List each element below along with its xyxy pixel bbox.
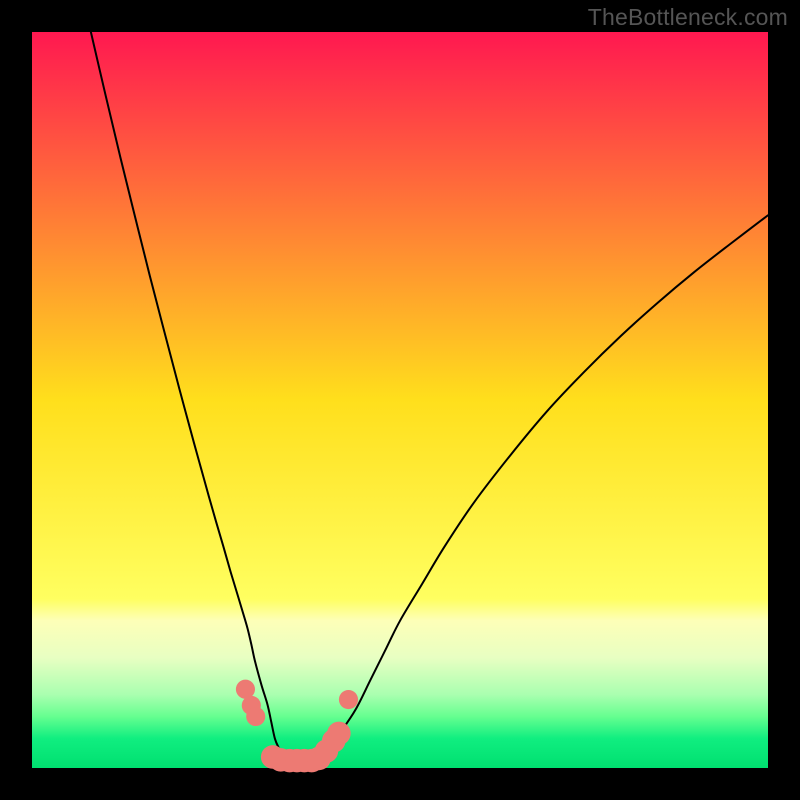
marker-dot (327, 722, 351, 746)
chart-svg (0, 0, 800, 800)
marker-dot (246, 707, 265, 726)
bottleneck-chart: TheBottleneck.com (0, 0, 800, 800)
marker-dot (339, 690, 358, 709)
watermark-text: TheBottleneck.com (588, 4, 788, 31)
chart-plot-area (32, 32, 768, 768)
